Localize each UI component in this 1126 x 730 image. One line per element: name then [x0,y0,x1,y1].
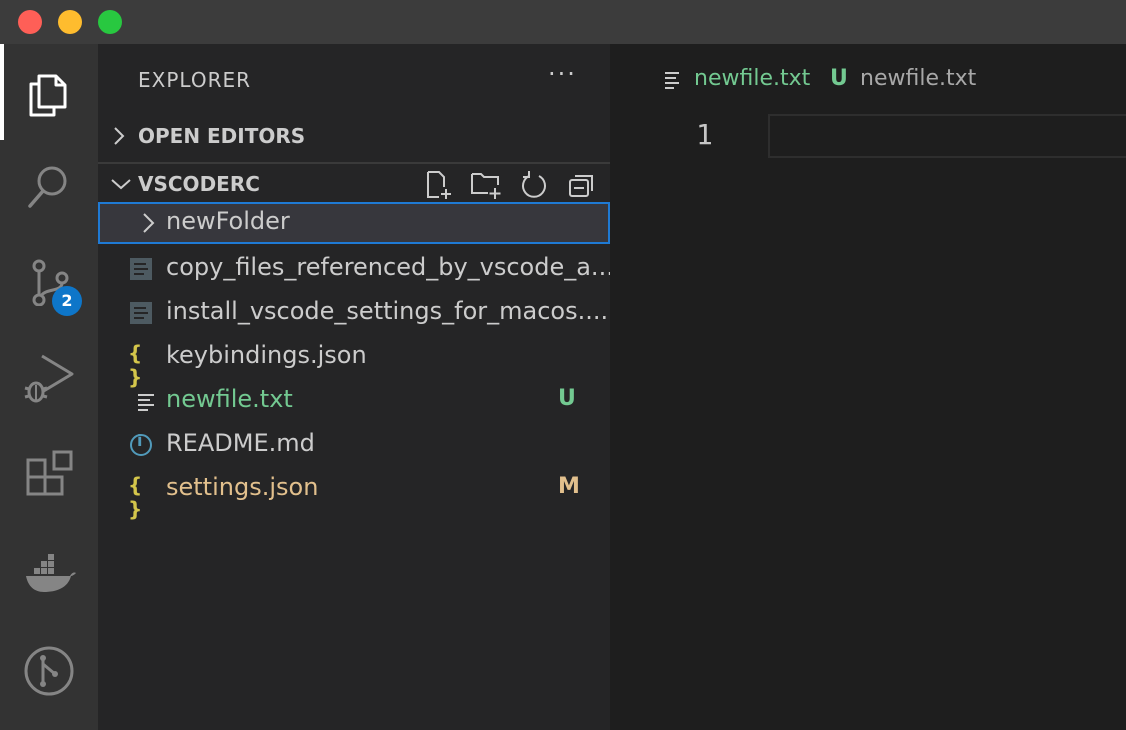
editor-area[interactable]: newfile.txt U newfile.txt 1 [610,44,1126,730]
line-number: 1 [696,118,713,151]
docker-whale-icon [26,554,76,592]
tree-item-label: settings.json [166,473,319,501]
text-file-icon [665,72,679,89]
minimize-window-button[interactable] [58,10,82,34]
tree-item-file[interactable]: install_vscode_settings_for_macos.... [98,292,610,334]
refresh-icon[interactable] [520,170,548,200]
tree-item-file[interactable]: newfile.txt U [98,380,610,422]
activity-run-debug[interactable] [0,330,98,420]
activity-search[interactable] [0,140,98,230]
tree-item-label: README.md [166,429,315,457]
title-bar [0,0,1126,44]
git-status-untracked: U [558,386,576,411]
folder-section-vscoderc[interactable]: VSCODERC [98,162,610,204]
tree-item-file[interactable]: i README.md [98,424,610,466]
activity-explorer[interactable] [0,46,98,136]
folder-label: VSCODERC [138,172,260,196]
tree-item-file[interactable]: { } keybindings.json [98,336,610,389]
current-line-highlight[interactable] [768,114,1126,158]
tree-item-label: keybindings.json [166,341,367,369]
sidebar-title: EXPLORER [138,68,251,92]
activity-git-graph[interactable] [0,622,98,712]
source-control-badge: 2 [52,286,82,316]
chevron-right-icon [114,127,125,145]
breadcrumb-git-status: U [830,66,848,91]
text-file-icon [138,394,154,411]
collapse-all-icon[interactable] [568,170,596,200]
open-editors-section[interactable]: OPEN EDITORS [98,116,610,156]
tree-item-label: newfile.txt [166,385,293,413]
tree-item-label: install_vscode_settings_for_macos.... [166,297,609,325]
breadcrumb-file-name[interactable]: newfile.txt [694,66,810,91]
new-folder-icon[interactable] [470,170,504,200]
run-debug-icon [24,354,74,403]
search-icon [28,166,67,208]
new-file-icon[interactable] [424,170,454,200]
breadcrumb-path[interactable]: newfile.txt [860,66,976,91]
tree-item-file[interactable]: copy_files_referenced_by_vscode_a... [98,248,610,290]
chevron-right-icon [143,213,155,233]
activity-extensions[interactable] [0,428,98,518]
chevron-down-icon [111,179,131,190]
tree-item-file[interactable]: { } settings.json M [98,468,610,521]
tree-item-folder[interactable]: newFolder [98,202,610,244]
explorer-sidebar: EXPLORER ··· OPEN EDITORS VSCODERC newFo… [98,44,610,730]
activity-docker[interactable] [0,524,98,614]
files-icon [29,74,67,117]
json-braces-icon: { } [128,473,143,521]
info-icon-glyph: i [137,431,143,450]
script-file-icon [130,258,152,280]
tree-item-label: copy_files_referenced_by_vscode_a... [166,253,610,281]
maximize-window-button[interactable] [98,10,122,34]
script-file-icon [130,302,152,324]
extensions-icon [26,450,73,496]
close-window-button[interactable] [18,10,42,34]
open-editors-label: OPEN EDITORS [138,124,306,148]
tree-item-label: newFolder [166,207,290,235]
more-actions-button[interactable]: ··· [548,60,577,88]
activity-source-control[interactable] [0,234,98,324]
activity-bar: 2 [0,44,98,730]
json-braces-icon: { } [128,341,143,389]
git-status-modified: M [558,474,580,499]
vscode-window: 2 EXPLORER ··· OPEN EDITORS VSCODERC new… [0,0,1126,730]
git-graph-icon [24,646,74,696]
